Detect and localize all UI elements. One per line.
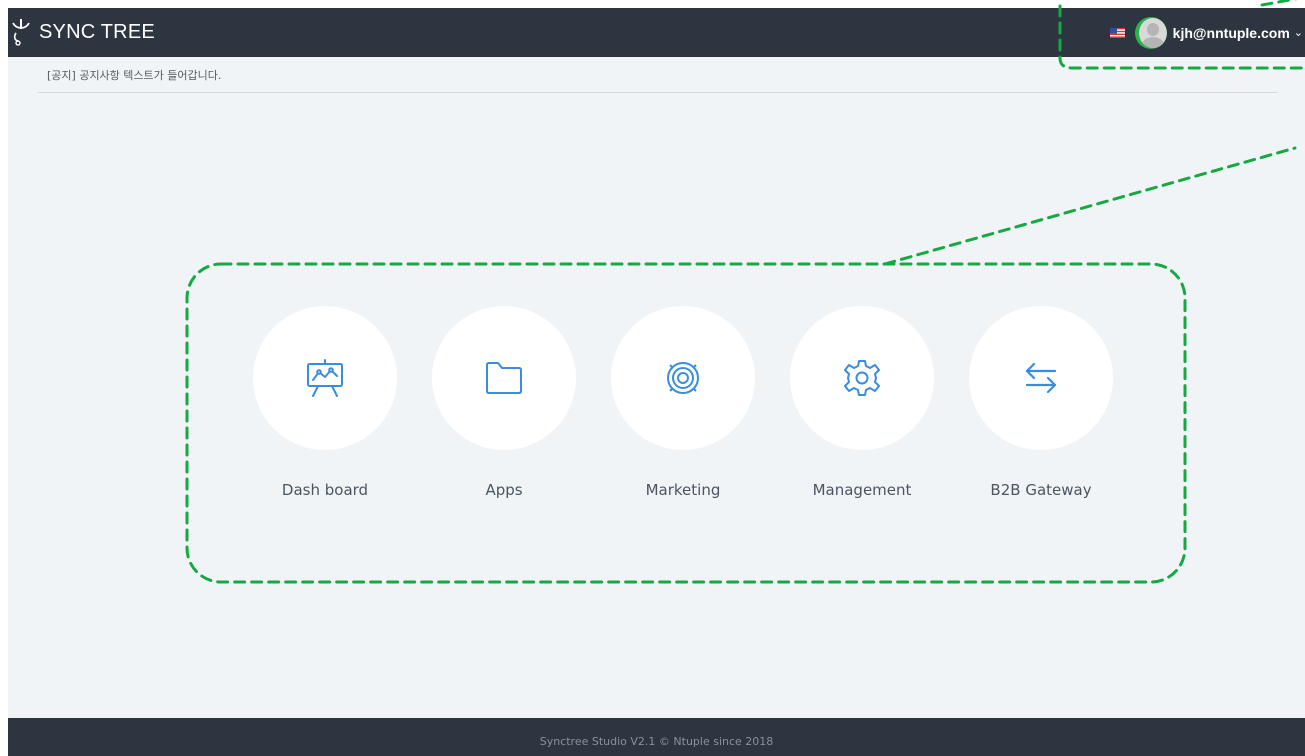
notice-bar: [공지] 공지사항 텍스트가 들어갑니다. bbox=[38, 57, 1278, 93]
sync-tree-logo-icon bbox=[12, 19, 30, 46]
us-flag-icon[interactable] bbox=[1109, 27, 1125, 38]
main-menu: Dash board Apps Marketing Management B2B… bbox=[253, 306, 1133, 506]
notice-text: [공지] 공지사항 텍스트가 들어갑니다. bbox=[47, 69, 222, 82]
menu-circle[interactable] bbox=[969, 306, 1113, 450]
menu-item-management[interactable]: Management bbox=[790, 306, 934, 499]
menu-label: B2B Gateway bbox=[990, 481, 1092, 499]
avatar-placeholder-icon bbox=[1138, 17, 1167, 48]
page: SYNC TREE kjh@nntuple.com ⌄ [공지] 공지사항 텍스… bbox=[8, 8, 1305, 756]
menu-circle[interactable] bbox=[253, 306, 397, 450]
exchange-arrows-icon bbox=[1025, 362, 1057, 394]
menu-circle[interactable] bbox=[790, 306, 934, 450]
menu-label: Apps bbox=[485, 481, 523, 499]
menu-circle[interactable] bbox=[432, 306, 576, 450]
menu-circle[interactable] bbox=[611, 306, 755, 450]
menu-item-apps[interactable]: Apps bbox=[432, 306, 576, 499]
annotation-connector-top bbox=[1260, 0, 1298, 7]
menu-item-dashboard[interactable]: Dash board bbox=[253, 306, 397, 499]
brand-name: SYNC TREE bbox=[39, 20, 155, 43]
chevron-down-icon[interactable]: ⌄ bbox=[1294, 26, 1303, 39]
menu-label: Dash board bbox=[281, 481, 369, 499]
user-menu[interactable]: kjh@nntuple.com ⌄ bbox=[1109, 8, 1305, 57]
dashboard-easel-icon bbox=[307, 359, 343, 397]
gear-icon bbox=[844, 360, 880, 396]
menu-item-b2b-gateway[interactable]: B2B Gateway bbox=[969, 306, 1113, 499]
target-icon bbox=[667, 362, 699, 394]
footer-copyright: Synctree Studio V2.1 © Ntuple since 2018 bbox=[539, 735, 774, 748]
menu-label: Marketing bbox=[645, 481, 721, 499]
user-avatar[interactable] bbox=[1134, 16, 1167, 49]
brand-logo-link[interactable]: SYNC TREE bbox=[10, 17, 155, 47]
folder-icon bbox=[486, 362, 522, 394]
menu-item-marketing[interactable]: Marketing bbox=[611, 306, 755, 499]
footer: Synctree Studio V2.1 © Ntuple since 2018 bbox=[8, 718, 1305, 756]
menu-label: Management bbox=[812, 481, 912, 499]
user-email[interactable]: kjh@nntuple.com bbox=[1173, 25, 1290, 41]
top-navigation-bar: SYNC TREE kjh@nntuple.com ⌄ bbox=[8, 8, 1305, 57]
